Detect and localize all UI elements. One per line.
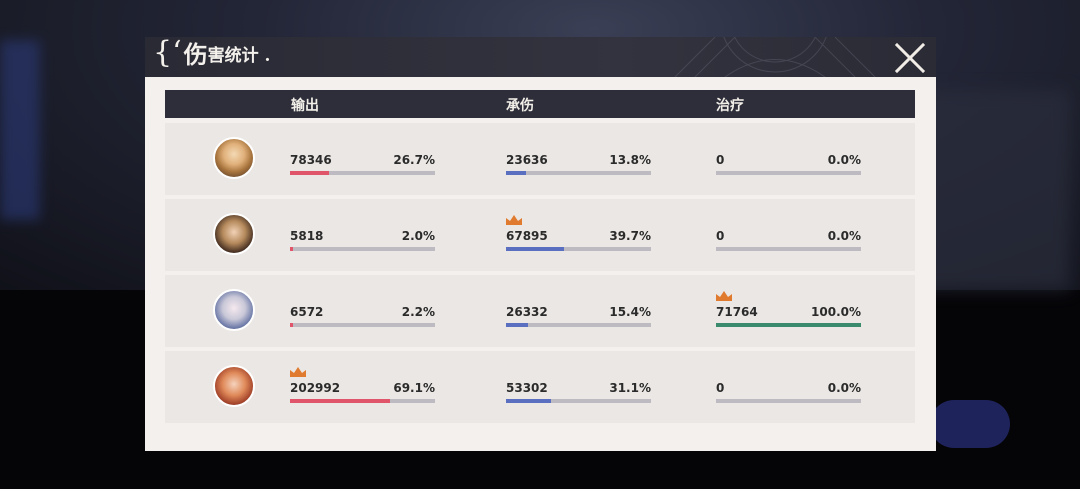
background-button-blur [930, 400, 1010, 448]
stat-progress-fill [506, 323, 529, 327]
stat-progress-bar [716, 247, 861, 251]
crown-icon [506, 215, 522, 225]
stat-value: 78346 [290, 153, 332, 167]
background-blur-left [0, 40, 40, 220]
stat-progress-fill [290, 323, 294, 327]
close-icon[interactable] [893, 41, 927, 75]
stat-healing: 71764 100.0% [716, 305, 861, 333]
stat-percent: 31.1% [609, 381, 651, 395]
character-2-avatar [213, 213, 255, 255]
character-3-avatar [213, 289, 255, 331]
stat-progress-bar [506, 171, 651, 175]
stat-damage-taken: 53302 31.1% [506, 381, 651, 409]
stat-percent: 69.1% [393, 381, 435, 395]
stat-progress-bar [290, 323, 435, 327]
header-ornament-icon [674, 37, 876, 77]
stat-progress-bar [506, 399, 651, 403]
stat-value: 67895 [506, 229, 548, 243]
crown-icon [290, 367, 306, 377]
table-row: 78346 26.7% 23636 13.8% 0 0.0% [165, 123, 915, 195]
column-header-bar: 输出 承伤 治疗 [165, 90, 915, 118]
table-row: 5818 2.0% 67895 39.7% 0 0.0% [165, 199, 915, 271]
title-brace: {‘ [153, 35, 182, 70]
stat-progress-bar [716, 171, 861, 175]
table-row: 202992 69.1% 53302 31.1% 0 0.0% [165, 351, 915, 423]
stat-percent: 100.0% [811, 305, 861, 319]
stat-percent: 0.0% [827, 153, 861, 167]
character-1-avatar [213, 137, 255, 179]
stat-healing: 0 0.0% [716, 229, 861, 257]
stat-value: 71764 [716, 305, 758, 319]
stat-percent: 0.0% [827, 381, 861, 395]
stat-healing: 0 0.0% [716, 381, 861, 409]
stat-value: 0 [716, 381, 725, 395]
stat-healing: 0 0.0% [716, 153, 861, 181]
stat-damage-taken: 67895 39.7% [506, 229, 651, 257]
column-header-output: 输出 [291, 98, 319, 114]
column-header-healing: 治疗 [716, 98, 744, 114]
stat-progress-bar [290, 399, 435, 403]
title-first-char: 伤 [183, 40, 208, 69]
stat-progress-fill [716, 323, 861, 327]
stat-progress-fill [506, 247, 564, 251]
stat-progress-fill [290, 399, 391, 403]
stat-percent: 2.2% [401, 305, 435, 319]
stat-value: 5818 [290, 229, 324, 243]
stat-value: 0 [716, 229, 725, 243]
stat-value: 6572 [290, 305, 324, 319]
stat-value: 26332 [506, 305, 548, 319]
stat-progress-bar [290, 247, 435, 251]
stat-progress-bar [716, 323, 861, 327]
stat-value: 53302 [506, 381, 548, 395]
dialog-title: {‘伤害统计 . [153, 35, 270, 70]
column-header-damage-taken: 承伤 [506, 98, 534, 114]
stat-percent: 2.0% [401, 229, 435, 243]
stat-value: 202992 [290, 381, 341, 395]
stat-value: 23636 [506, 153, 548, 167]
stat-progress-bar [290, 171, 435, 175]
stat-output: 6572 2.2% [290, 305, 435, 333]
stat-value: 0 [716, 153, 725, 167]
stat-damage-taken: 23636 13.8% [506, 153, 651, 181]
stat-progress-bar [506, 323, 651, 327]
stat-output: 5818 2.0% [290, 229, 435, 257]
stat-percent: 26.7% [393, 153, 435, 167]
stat-progress-fill [290, 247, 293, 251]
stat-progress-bar [506, 247, 651, 251]
damage-stats-dialog: {‘伤害统计 . 输出 承伤 治疗 78346 26.7% 23636 13.8% 0 0… [145, 35, 936, 451]
stat-progress-fill [506, 171, 526, 175]
character-4-avatar [213, 365, 255, 407]
stat-percent: 15.4% [609, 305, 651, 319]
crown-icon [716, 291, 732, 301]
stat-output: 202992 69.1% [290, 381, 435, 409]
stat-damage-taken: 26332 15.4% [506, 305, 651, 333]
background-blur-right [920, 90, 1070, 290]
stat-progress-bar [716, 399, 861, 403]
stat-percent: 0.0% [827, 229, 861, 243]
stat-progress-fill [506, 399, 552, 403]
title-rest: 害统计 . [207, 46, 271, 66]
dialog-header: {‘伤害统计 . [145, 35, 936, 77]
stat-progress-fill [290, 171, 329, 175]
stat-percent: 39.7% [609, 229, 651, 243]
table-row: 6572 2.2% 26332 15.4% 71764 100.0% [165, 275, 915, 347]
stat-percent: 13.8% [609, 153, 651, 167]
stat-output: 78346 26.7% [290, 153, 435, 181]
